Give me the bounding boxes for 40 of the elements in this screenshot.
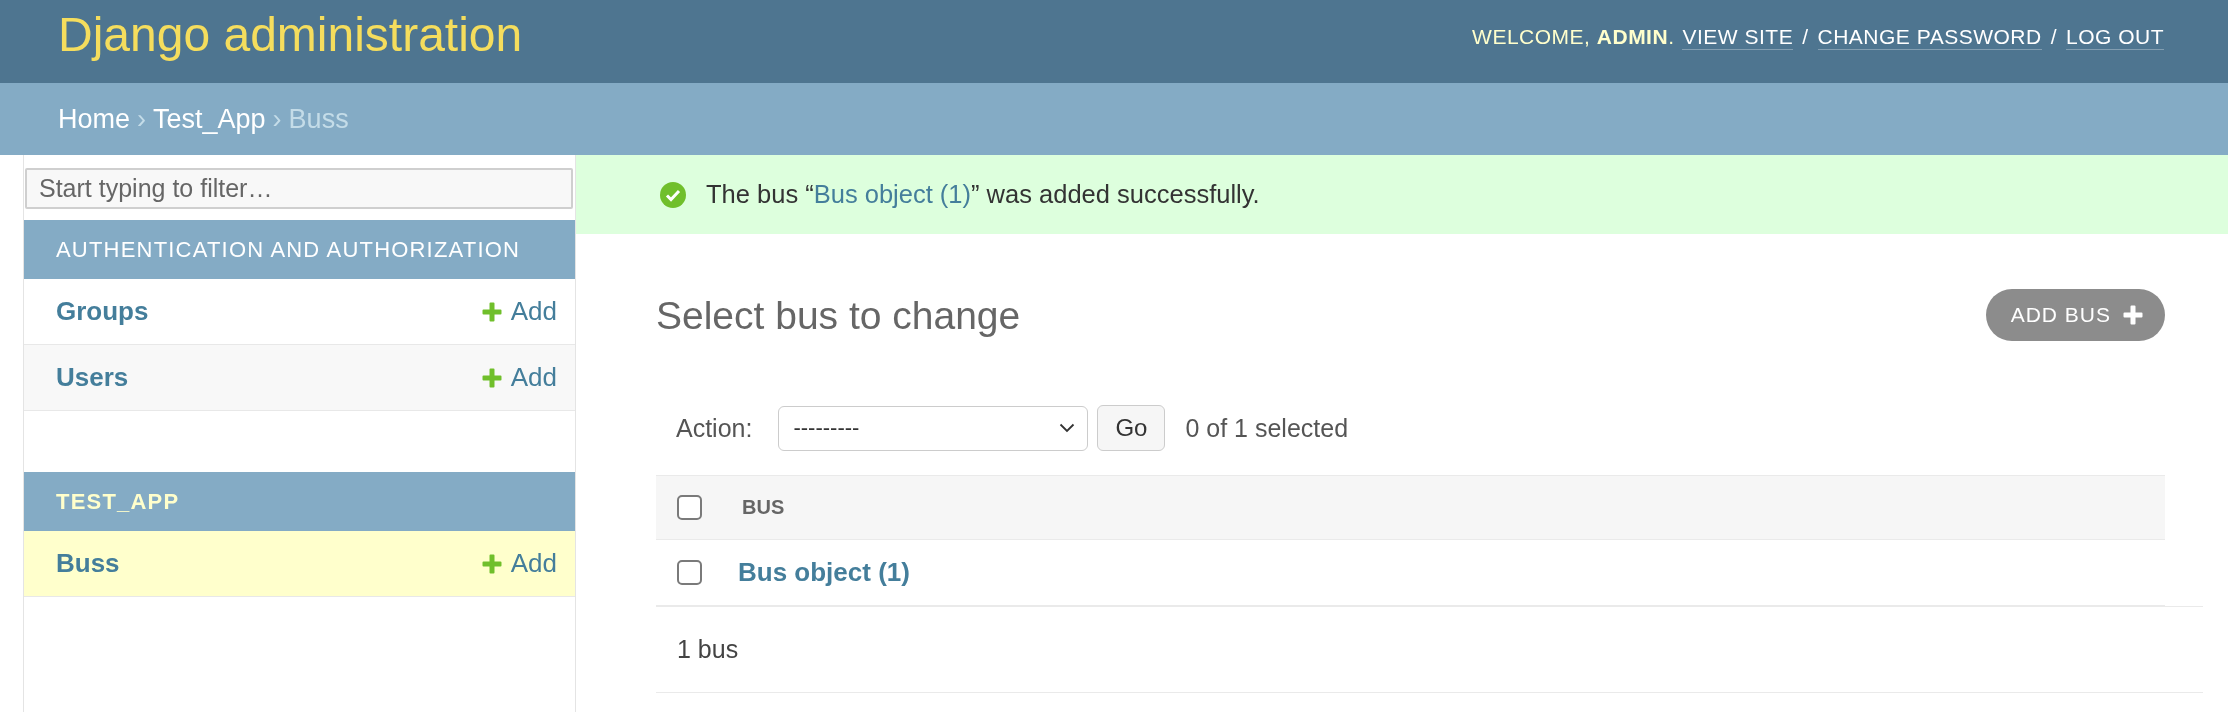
- breadcrumb-separator: ›: [137, 103, 147, 135]
- object-link[interactable]: Bus object (1): [738, 557, 910, 588]
- user-tools-link[interactable]: VIEW SITE: [1682, 24, 1794, 51]
- plus-icon: [481, 367, 502, 388]
- action-select[interactable]: ---------: [778, 405, 1089, 451]
- column-header: BUS: [742, 496, 785, 519]
- model-link[interactable]: Buss: [56, 548, 120, 579]
- link-separator: /: [1802, 24, 1809, 50]
- model-link[interactable]: Users: [56, 362, 129, 393]
- plus-icon: [481, 553, 502, 574]
- caret-icon: [1059, 423, 1076, 433]
- check-circle-icon: [660, 181, 686, 208]
- model-link[interactable]: Groups: [56, 296, 149, 327]
- go-button[interactable]: Go: [1097, 405, 1166, 451]
- plus-icon: [481, 301, 502, 322]
- message-text: The bus “Bus object (1)” was added successfully.: [706, 180, 1260, 209]
- site-title[interactable]: Django administration: [58, 11, 523, 59]
- breadcrumb-link[interactable]: Home: [58, 103, 131, 135]
- breadcrumb-separator: ›: [272, 103, 282, 135]
- page-title: Select bus to change: [656, 295, 1021, 335]
- user-tools-link[interactable]: CHANGE PASSWORD: [1817, 24, 2042, 51]
- filter-field[interactable]: Start typing to filter…: [25, 168, 573, 209]
- user-tools-link[interactable]: LOG OUT: [2066, 24, 2164, 51]
- breadcrumb-link[interactable]: Test_App: [153, 103, 266, 135]
- current-page-label: Buss: [288, 103, 349, 135]
- action-label: Action:: [676, 413, 753, 443]
- welcome-text: WELCOME, ADMIN.: [1472, 24, 1675, 50]
- app-caption[interactable]: TEST_APP: [24, 472, 575, 531]
- add-link[interactable]: Add: [481, 296, 557, 327]
- app-caption[interactable]: AUTHENTICATION AND AUTHORIZATION: [24, 220, 575, 279]
- selection-counter: 0 of 1 selected: [1185, 413, 1349, 443]
- checkbox[interactable]: [677, 495, 702, 520]
- add-link[interactable]: Add: [481, 362, 557, 393]
- add-link[interactable]: Add: [481, 548, 557, 579]
- result-count: 1 bus: [677, 635, 739, 664]
- link-separator: /: [2050, 24, 2057, 50]
- object-link[interactable]: Bus object (1): [813, 180, 972, 208]
- plus-icon: [2123, 305, 2143, 325]
- checkbox[interactable]: [677, 560, 702, 585]
- add-button[interactable]: ADD BUS: [1985, 289, 2165, 341]
